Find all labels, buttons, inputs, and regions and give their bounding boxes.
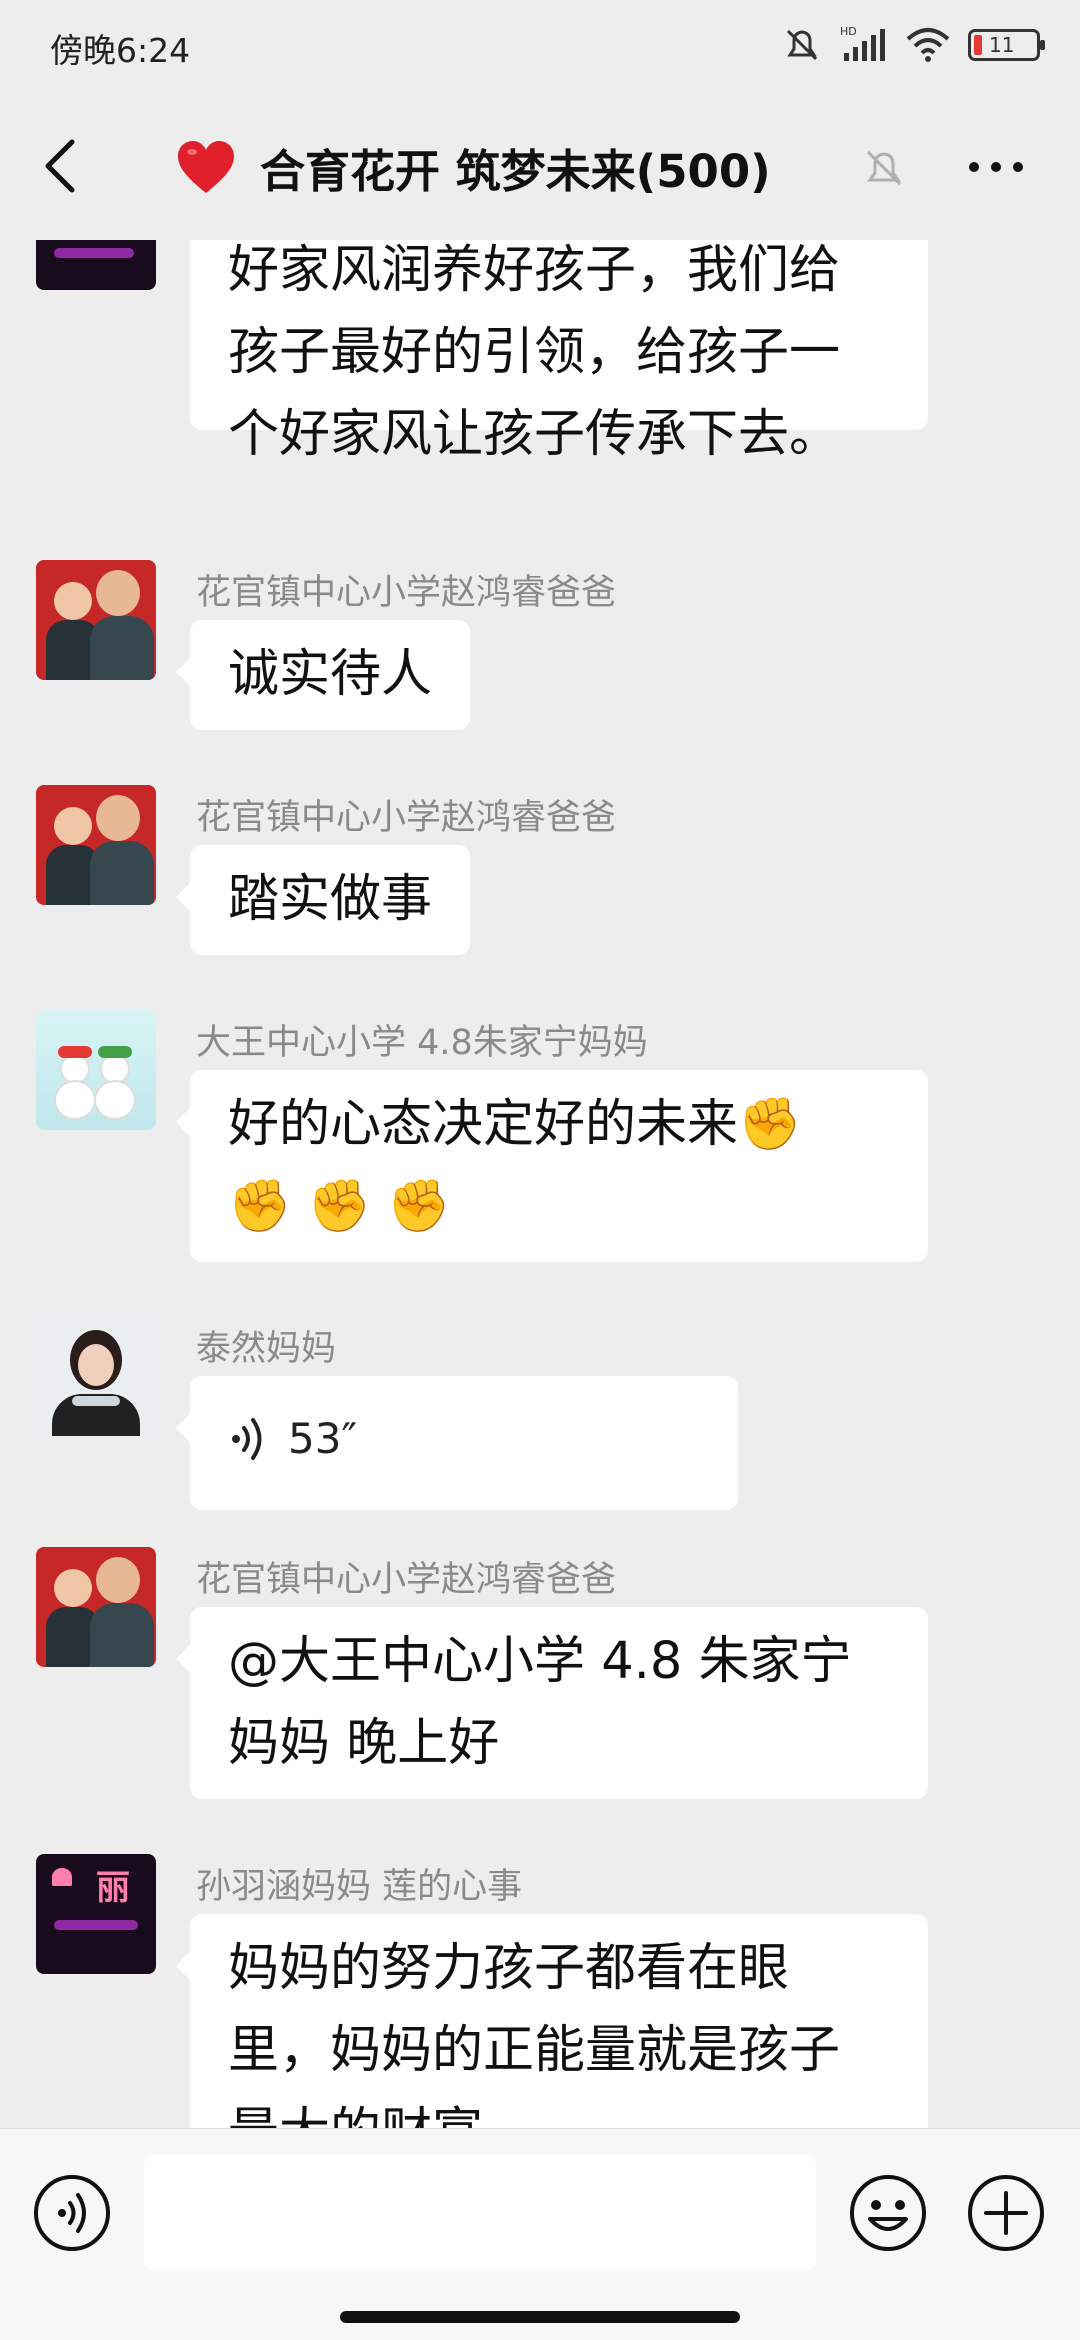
plus-icon[interactable] [966,2173,1046,2253]
sender-name: 孙羽涵妈妈 莲的心事 [196,1867,523,1907]
message-text-line: 最大的财富 [228,2092,890,2128]
chat-title-text: 合育花开 筑梦未来(500) [260,144,771,198]
wifi-icon [906,28,950,62]
message-bubble[interactable]: 踏实做事 [175,845,471,955]
battery-icon: 11 [968,29,1045,61]
message-text-line: ✊ ✊ ✊ [228,1177,451,1236]
voice-icon [232,1418,262,1460]
sender-name: 花官镇中心小学赵鸿睿爸爸 [196,573,617,613]
message-bubble[interactable]: 诚实待人 [175,620,471,730]
avatar[interactable] [36,1316,156,1436]
message-text-line: 里，妈妈的正能量就是孩子 [228,2021,841,2080]
sender-name: 大王中心小学 4.8朱家宁妈妈 [196,1023,648,1063]
voice-message-bubble[interactable]: 53″ [176,1376,738,1510]
message-bubble[interactable]: 妈妈的努力孩子都看在眼 里，妈妈的正能量就是孩子 最大的财富 [176,1914,928,2128]
avatar[interactable] [36,240,156,290]
avatar[interactable] [36,560,156,680]
message-text-line: 诚实待人 [228,645,433,704]
message-input[interactable] [144,2155,816,2271]
signal-icon: HD [840,25,885,61]
avatar[interactable]: 丽 [36,1854,156,1974]
input-bar [0,2128,1080,2340]
svg-text:HD: HD [840,25,857,38]
status-time: 傍晚6:24 [50,31,191,70]
message-text-line: 好的心态决定好的未来✊ [228,1095,802,1154]
voice-input-icon[interactable] [32,2173,112,2253]
mute-bell-icon [866,150,902,186]
message-bubble[interactable]: 好的心态决定好的未来✊ ✊ ✊ ✊ [176,1070,928,1262]
sender-name: 花官镇中心小学赵鸿睿爸爸 [196,798,617,838]
chat-header: 合育花开 筑梦未来(500) [0,92,1080,240]
message-list[interactable]: 好家风润养好孩子，我们给 孩子最好的引领，给孩子一 个好家风让孩子传承下去。 花… [0,240,1080,2128]
message-text-line: 好家风润养好孩子，我们给 [228,241,841,300]
sender-name: 泰然妈妈 [196,1329,337,1369]
avatar[interactable] [36,1010,156,1130]
message-text-line: 妈妈 晚上好 [228,1714,500,1773]
more-icon[interactable] [966,150,1026,184]
sender-name: 花官镇中心小学赵鸿睿爸爸 [196,1560,617,1600]
mute-status-icon [786,29,818,61]
home-indicator[interactable] [340,2311,740,2323]
avatar[interactable] [36,785,156,905]
chat-title[interactable]: 合育花开 筑梦未来(500) [176,132,771,202]
heart-icon [178,141,234,193]
avatar[interactable] [36,1547,156,1667]
back-arrow-icon[interactable] [36,134,86,198]
message-text-line: @大王中心小学 4.8 朱家宁 [228,1632,852,1691]
voice-message: 53″ [228,1398,700,1480]
message-text-line: 个好家风让孩子传承下去。 [228,405,841,464]
avatar-text: 丽 [96,1868,130,1908]
status-bar: 傍晚6:24 HD 11 [0,0,1080,92]
message-text-line: 孩子最好的引领，给孩子一 [228,323,841,382]
message-text-line: 踏实做事 [228,870,433,929]
status-icons: HD 11 [782,22,1045,68]
voice-duration: 53″ [288,1414,358,1463]
battery-level: 11 [989,33,1015,57]
message-bubble[interactable]: @大王中心小学 4.8 朱家宁 妈妈 晚上好 [176,1607,928,1799]
message-bubble[interactable]: 好家风润养好孩子，我们给 孩子最好的引领，给孩子一 个好家风让孩子传承下去。 [190,240,928,464]
message-text-line: 妈妈的努力孩子都看在眼 [228,1939,790,1998]
emoji-icon[interactable] [848,2173,928,2253]
